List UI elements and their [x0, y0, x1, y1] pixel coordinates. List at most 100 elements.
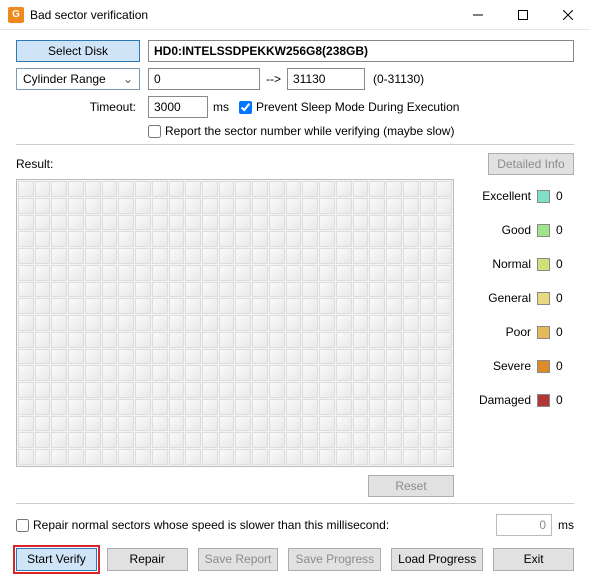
minimize-button[interactable] [455, 0, 500, 30]
sector-cell [185, 432, 201, 448]
sector-cell [51, 449, 67, 465]
sector-cell [18, 215, 34, 231]
start-verify-button[interactable]: Start Verify [16, 548, 97, 571]
close-button[interactable] [545, 0, 590, 30]
range-end-input[interactable] [287, 68, 365, 90]
exit-button[interactable]: Exit [493, 548, 574, 571]
sector-cell [336, 349, 352, 365]
sector-cell [386, 265, 402, 281]
sector-cell [269, 382, 285, 398]
sector-cell [369, 332, 385, 348]
reset-button[interactable]: Reset [368, 475, 454, 497]
sector-cell [118, 181, 134, 197]
sector-cell [135, 449, 151, 465]
sector-cell [35, 248, 51, 264]
timeout-input[interactable] [148, 96, 208, 118]
legend-label: Excellent [482, 189, 531, 203]
prevent-sleep-checkbox[interactable]: Prevent Sleep Mode During Execution [239, 100, 459, 114]
legend-row: General0 [464, 291, 574, 305]
sector-cell [118, 349, 134, 365]
sector-cell [403, 349, 419, 365]
prevent-sleep-label: Prevent Sleep Mode During Execution [256, 100, 459, 114]
legend-row: Severe0 [464, 359, 574, 373]
repair-button[interactable]: Repair [107, 548, 188, 571]
sector-cell [202, 282, 218, 298]
repair-slow-input[interactable] [16, 519, 29, 532]
save-progress-button[interactable]: Save Progress [288, 548, 381, 571]
sector-cell [269, 315, 285, 331]
sector-cell [436, 315, 452, 331]
sector-cell [336, 416, 352, 432]
sector-cell [436, 332, 452, 348]
sector-cell [269, 248, 285, 264]
sector-cell [353, 248, 369, 264]
sector-cell [35, 298, 51, 314]
legend-count: 0 [556, 189, 574, 203]
legend-label: Normal [492, 257, 531, 271]
report-sector-input[interactable] [148, 125, 161, 138]
sector-cell [202, 432, 218, 448]
sector-cell [152, 332, 168, 348]
sector-cell [152, 416, 168, 432]
sector-cell [319, 365, 335, 381]
sector-cell [185, 449, 201, 465]
sector-cell [252, 432, 268, 448]
sector-cell [152, 365, 168, 381]
sector-cell [235, 282, 251, 298]
disk-name-field [148, 40, 574, 62]
select-disk-button[interactable]: Select Disk [16, 40, 140, 62]
sector-cell [102, 231, 118, 247]
sector-cell [135, 332, 151, 348]
sector-cell [219, 315, 235, 331]
sector-cell [219, 432, 235, 448]
repair-slow-checkbox[interactable]: Repair normal sectors whose speed is slo… [16, 518, 389, 532]
sector-cell [85, 215, 101, 231]
sector-cell [353, 449, 369, 465]
range-hint-label: (0-31130) [373, 72, 424, 86]
sector-cell [336, 432, 352, 448]
sector-cell [252, 399, 268, 415]
sector-cell [185, 399, 201, 415]
sector-cell [369, 215, 385, 231]
sector-cell [336, 198, 352, 214]
repair-slow-unit-label: ms [558, 518, 574, 532]
sector-cell [336, 399, 352, 415]
sector-cell [85, 298, 101, 314]
sector-cell [336, 181, 352, 197]
sector-cell [152, 399, 168, 415]
sector-cell [420, 416, 436, 432]
sector-cell [219, 332, 235, 348]
report-sector-checkbox[interactable]: Report the sector number while verifying… [148, 124, 454, 138]
range-start-input[interactable] [148, 68, 260, 90]
sector-cell [252, 315, 268, 331]
maximize-button[interactable] [500, 0, 545, 30]
sector-cell [420, 282, 436, 298]
sector-cell [235, 399, 251, 415]
sector-cell [68, 315, 84, 331]
sector-cell [286, 181, 302, 197]
sector-cell [269, 432, 285, 448]
sector-cell [420, 382, 436, 398]
sector-cell [252, 265, 268, 281]
sector-cell [102, 248, 118, 264]
sector-cell [302, 231, 318, 247]
save-report-button[interactable]: Save Report [198, 548, 279, 571]
detailed-info-button[interactable]: Detailed Info [488, 153, 574, 175]
sector-cell [219, 449, 235, 465]
sector-cell [436, 181, 452, 197]
range-mode-dropdown[interactable]: Cylinder Range ⌄ [16, 68, 140, 90]
prevent-sleep-input[interactable] [239, 101, 252, 114]
sector-cell [185, 416, 201, 432]
sector-cell [286, 282, 302, 298]
sector-cell [169, 315, 185, 331]
sector-cell [202, 181, 218, 197]
sector-cell [135, 349, 151, 365]
sector-cell [185, 315, 201, 331]
sector-cell [185, 248, 201, 264]
sector-cell [18, 349, 34, 365]
load-progress-button[interactable]: Load Progress [391, 548, 483, 571]
sector-cell [269, 265, 285, 281]
sector-cell [219, 416, 235, 432]
sector-grid [16, 179, 454, 467]
sector-cell [219, 198, 235, 214]
